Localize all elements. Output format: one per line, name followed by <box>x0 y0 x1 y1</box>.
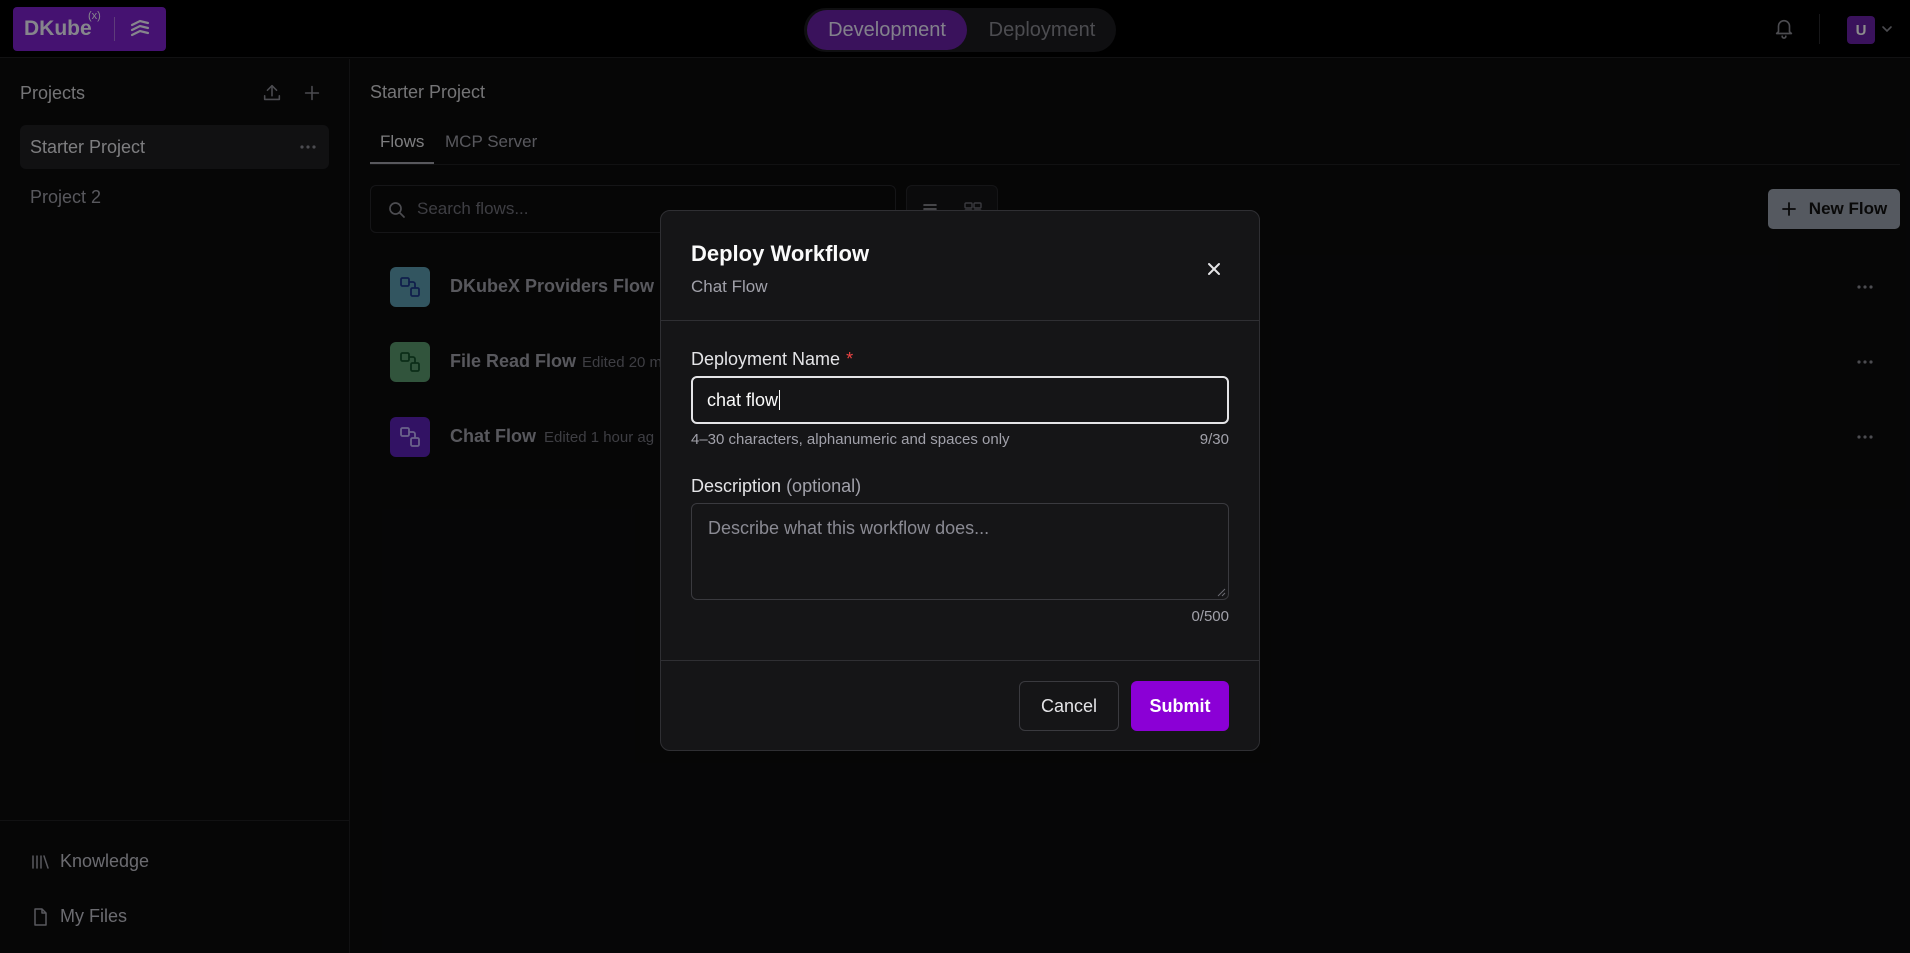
text-caret <box>779 390 781 410</box>
deployment-name-input[interactable]: chat flow <box>691 376 1229 424</box>
description-count: 0/500 <box>1191 608 1229 625</box>
dialog-subtitle: Chat Flow <box>691 277 768 296</box>
deploy-workflow-dialog: Deploy Workflow Chat Flow Deployment Nam… <box>660 210 1260 751</box>
deployment-name-count: 9/30 <box>1199 431 1229 448</box>
dialog-title: Deploy Workflow <box>691 241 870 266</box>
optional-marker: (optional) <box>786 476 862 496</box>
resize-handle-icon[interactable] <box>1216 587 1226 597</box>
submit-button[interactable]: Submit <box>1131 681 1229 731</box>
deployment-name-label: Deployment Name * <box>691 349 854 369</box>
required-marker: * <box>846 349 854 369</box>
dialog-divider <box>661 660 1259 661</box>
close-icon[interactable] <box>1201 256 1227 282</box>
deployment-name-value: chat flow <box>707 389 779 410</box>
dialog-divider <box>661 320 1259 321</box>
description-label: Description (optional) <box>691 476 862 496</box>
deployment-name-hint: 4–30 characters, alphanumeric and spaces… <box>691 431 1010 448</box>
description-placeholder: Describe what this workflow does... <box>708 518 990 538</box>
cancel-button[interactable]: Cancel <box>1019 681 1119 731</box>
description-textarea[interactable]: Describe what this workflow does... <box>691 503 1229 600</box>
